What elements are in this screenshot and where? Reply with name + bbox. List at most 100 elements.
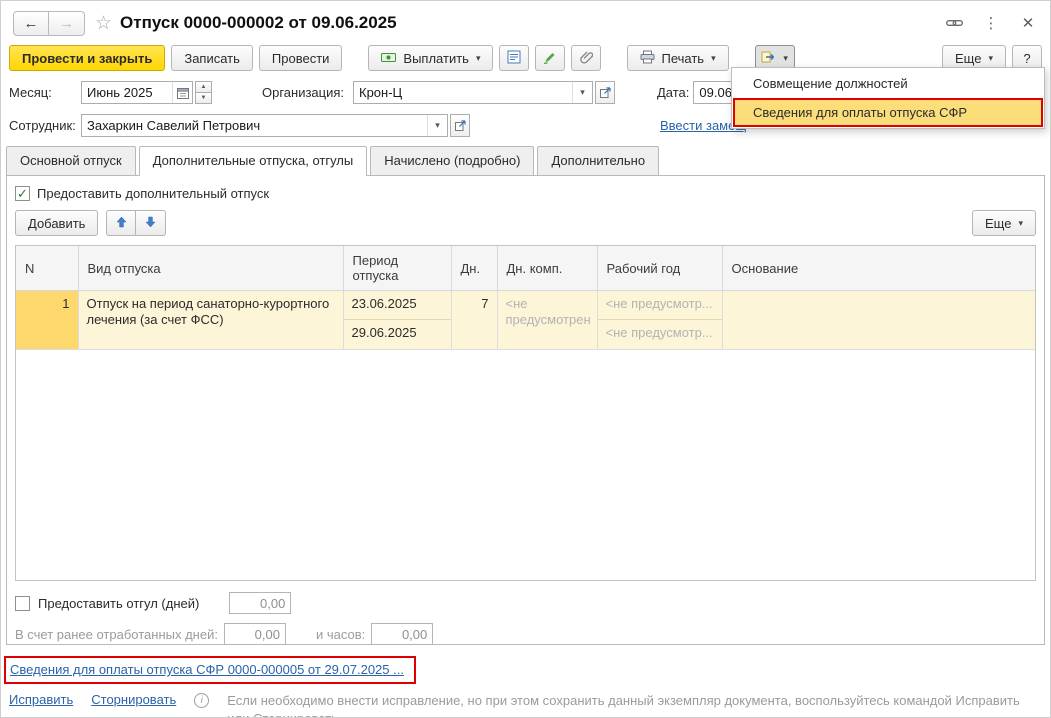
cell-days[interactable]: 7 xyxy=(450,290,498,350)
provide-additional-label: Предоставить дополнительный отпуск xyxy=(37,186,270,201)
organization-input[interactable] xyxy=(354,82,572,103)
days-comp-text: <не предусмотрен xyxy=(505,296,591,328)
print-label: Печать xyxy=(661,50,705,66)
tab-label: Основной отпуск xyxy=(20,153,122,168)
col-header-days-comp: Дн. комп. xyxy=(496,246,598,291)
provide-additional-row: Предоставить дополнительный отпуск xyxy=(15,186,1036,201)
banknote-icon xyxy=(381,51,397,66)
month-field xyxy=(81,81,193,104)
tab-accrued-detailed[interactable]: Начислено (подробно) xyxy=(370,146,535,175)
print-button[interactable]: Печать ▾ xyxy=(627,45,729,71)
provide-timeoff-checkbox[interactable] xyxy=(15,595,30,611)
back-arrow-icon: ← xyxy=(23,14,39,32)
more-label: Еще xyxy=(985,215,1012,231)
page-title: Отпуск 0000-000002 от 09.06.2025 xyxy=(120,13,397,32)
period-start[interactable]: 23.06.2025 xyxy=(343,291,451,320)
chevron-down-icon: ▾ xyxy=(711,52,716,63)
spin-down-icon[interactable]: ▼ xyxy=(195,92,212,104)
reverse-link[interactable]: Сторнировать xyxy=(91,692,176,707)
work-year-end[interactable]: <не предусмотр... xyxy=(598,320,722,349)
close-icon[interactable]: ✕ xyxy=(1018,13,1038,33)
tab-label: Начислено (подробно) xyxy=(384,153,521,168)
table-command-bar: Добавить Еще ▾ xyxy=(15,210,1036,236)
timeoff-days-input[interactable] xyxy=(229,592,292,614)
add-label: Добавить xyxy=(28,215,86,231)
post-label: Провести xyxy=(271,50,330,66)
attachments-button[interactable] xyxy=(571,45,602,71)
period-end[interactable]: 29.06.2025 xyxy=(344,320,451,349)
move-down-button[interactable] xyxy=(136,210,167,236)
forward-button[interactable]: → xyxy=(49,10,85,36)
month-stepper: ▲ ▼ xyxy=(195,81,212,104)
paperclip-icon xyxy=(580,50,594,67)
calendar-icon[interactable] xyxy=(172,82,192,103)
nav-buttons: ← → xyxy=(13,10,85,36)
tab-label: Дополнительно xyxy=(551,153,646,168)
pay-button[interactable]: Выплатить ▾ xyxy=(368,45,494,71)
fix-link[interactable]: Исправить xyxy=(9,692,73,707)
get-link-icon[interactable] xyxy=(944,13,964,33)
post-and-close-label: Провести и закрыть xyxy=(22,50,153,66)
chevron-down-icon: ▾ xyxy=(783,52,788,63)
favorite-star-icon[interactable]: ☆ xyxy=(95,12,112,35)
spin-up-icon[interactable]: ▲ xyxy=(195,81,212,93)
basis-text xyxy=(723,291,1036,301)
additional-vacations-panel: Предоставить дополнительный отпуск Добав… xyxy=(6,175,1045,645)
tab-additional-vacations[interactable]: Дополнительные отпуска, отгулы xyxy=(138,146,368,176)
employee-choose-chevron-icon[interactable]: ▾ xyxy=(427,115,447,136)
write-button[interactable]: Записать xyxy=(171,45,253,71)
month-input[interactable] xyxy=(82,82,172,103)
correction-row: Исправить Сторнировать i Если необходимо… xyxy=(9,692,1042,717)
earned-days-label: В счет ранее отработанных дней: xyxy=(15,626,218,642)
table-more-button[interactable]: Еще ▾ xyxy=(972,210,1036,236)
employee-input[interactable] xyxy=(82,115,427,136)
table-row[interactable]: 1 Отпуск на период санаторно-курортного … xyxy=(16,290,1036,350)
arrow-down-icon xyxy=(145,216,157,231)
titlebar-actions: ⋮ ✕ xyxy=(944,13,1038,33)
add-row-button[interactable]: Добавить xyxy=(15,210,99,236)
sign-button[interactable] xyxy=(535,45,566,71)
sfr-document-link[interactable]: Сведения для оплаты отпуска СФР 0000-000… xyxy=(10,662,404,677)
org-open-icon[interactable] xyxy=(595,81,615,104)
cell-days-comp[interactable]: <не предусмотрен xyxy=(496,290,598,350)
col-header-kind: Вид отпуска xyxy=(77,246,344,291)
tab-label: Дополнительные отпуска, отгулы xyxy=(152,153,354,168)
help-label: ? xyxy=(1023,50,1031,66)
window-menu-dots-icon[interactable]: ⋮ xyxy=(981,13,1001,33)
cell-period[interactable]: 23.06.2025 29.06.2025 xyxy=(342,290,452,350)
back-button[interactable]: ← xyxy=(13,10,49,36)
cell-work-year[interactable]: <не предусмотр... <не предусмотр... xyxy=(596,290,723,350)
provide-additional-checkbox[interactable] xyxy=(15,186,30,201)
hours-input[interactable] xyxy=(371,623,434,645)
move-up-button[interactable] xyxy=(106,210,137,236)
post-button[interactable]: Провести xyxy=(258,45,343,71)
vacations-table: N Вид отпуска Период отпуска Дн. Дн. ком… xyxy=(16,246,1035,350)
write-label: Записать xyxy=(184,50,240,66)
vacations-grid: N Вид отпуска Период отпуска Дн. Дн. ком… xyxy=(15,245,1036,581)
cell-basis[interactable] xyxy=(721,290,1036,350)
col-header-days: Дн. xyxy=(450,246,498,291)
cell-vacation-kind[interactable]: Отпуск на период санаторно-курортного ле… xyxy=(77,290,344,350)
menu-item-combination-of-positions[interactable]: Совмещение должностей xyxy=(733,69,1043,98)
org-choose-chevron-icon[interactable]: ▾ xyxy=(572,82,592,103)
provide-timeoff-row: Предоставить отгул (дней) xyxy=(15,592,1036,614)
employee-open-icon[interactable] xyxy=(450,114,470,137)
earned-days-input[interactable] xyxy=(223,623,286,645)
tab-main-vacation[interactable]: Основной отпуск xyxy=(6,146,136,175)
work-year-start[interactable]: <не предусмотр... xyxy=(597,291,722,320)
employee-label: Сотрудник: xyxy=(9,118,76,133)
organization-field: ▾ xyxy=(353,81,593,104)
statement-button[interactable] xyxy=(499,45,530,71)
date-label: Дата: xyxy=(657,85,690,100)
info-icon: i xyxy=(194,693,210,708)
pay-label: Выплатить xyxy=(403,50,469,66)
organization-label: Организация: xyxy=(262,85,345,100)
create-based-on-menu: Совмещение должностей Сведения для оплат… xyxy=(731,67,1045,129)
tab-additionally[interactable]: Дополнительно xyxy=(537,146,660,175)
chevron-down-icon: ▾ xyxy=(988,52,993,63)
menu-item-sfr-payment-info[interactable]: Сведения для оплаты отпуска СФР xyxy=(733,98,1043,127)
cell-row-number[interactable]: 1 xyxy=(16,290,79,350)
col-header-work-year: Рабочий год xyxy=(596,246,723,291)
provide-timeoff-label: Предоставить отгул (дней) xyxy=(38,595,200,611)
post-and-close-button[interactable]: Провести и закрыть xyxy=(9,45,166,71)
